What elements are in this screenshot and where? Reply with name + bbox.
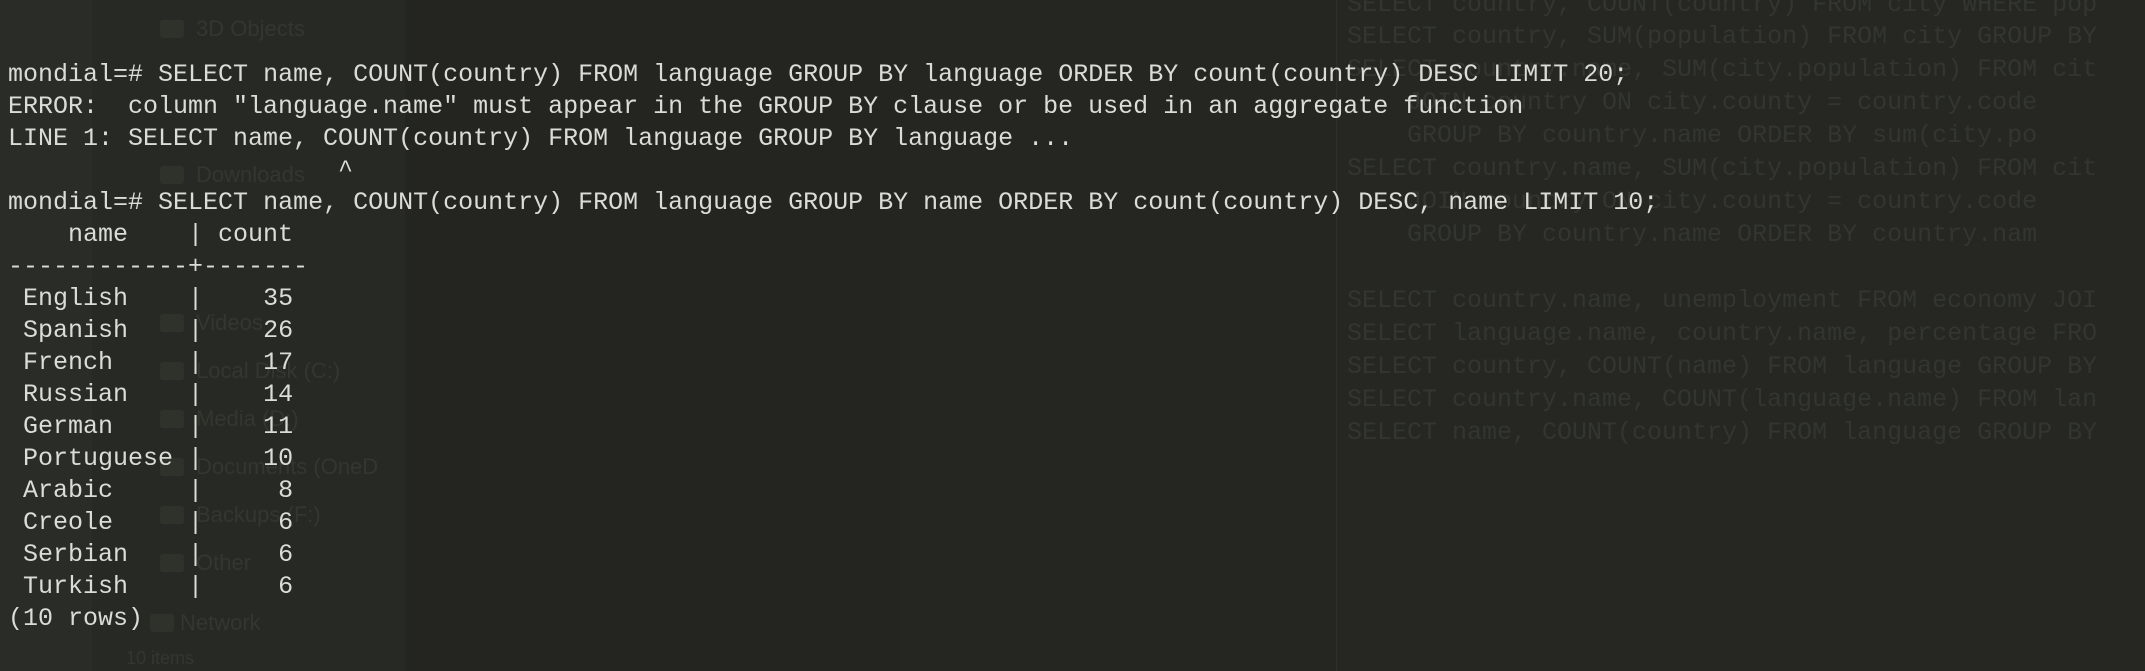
count-cell: 26 [263,316,294,345]
table-row: Turkish | 6 [23,572,294,601]
folder-icon [160,20,184,38]
language-name-cell: Serbian [23,540,129,569]
background-editor-line: SELECT country, COUNT(country) FROM city… [1347,0,2098,19]
language-name-cell: German [23,412,114,441]
count-cell: 6 [278,508,294,537]
table-row: Creole | 6 [23,508,294,537]
sql-query: SELECT name, COUNT(country) FROM languag… [158,188,1659,217]
language-name-cell: Spanish [23,316,129,345]
result-table-body: English | 35 Spanish | 26 French | 17 Ru… [8,283,2138,603]
language-name-cell: English [23,284,129,313]
count-cell: 10 [263,444,294,473]
prompt: mondial=# [8,60,144,89]
language-name-cell: Arabic [23,476,114,505]
table-row: English | 35 [23,284,294,313]
sql-query: SELECT name, COUNT(country) FROM languag… [158,60,1629,89]
count-cell: 6 [278,540,294,569]
table-row: Spanish | 26 [23,316,294,345]
error-caret: ^ [8,156,354,185]
result-footer: (10 rows) [8,604,144,633]
background-editor-line: SELECT country, SUM(population) FROM cit… [1347,22,2098,51]
count-cell: 6 [278,572,294,601]
table-row: Portuguese | 10 [23,444,294,473]
terminal-window[interactable]: 3D Objects Downloads Videos Local Disk (… [0,0,2145,671]
language-name-cell: Portuguese [23,444,174,473]
background-explorer-item: 3D Objects [196,16,305,41]
language-name-cell: Creole [23,508,114,537]
language-name-cell: French [23,348,114,377]
terminal-output[interactable]: mondial=# SELECT name, COUNT(country) FR… [8,59,2138,659]
error-message: ERROR: column "language.name" must appea… [8,92,1524,121]
table-row: Russian | 14 [23,380,294,409]
table-row: Arabic | 8 [23,476,294,505]
command-line: mondial=# SELECT name, COUNT(country) FR… [8,187,2138,219]
error-context: LINE 1: SELECT name, COUNT(country) FROM… [8,124,1074,153]
table-row: French | 17 [23,348,294,377]
count-cell: 8 [278,476,294,505]
count-cell: 14 [263,380,294,409]
count-cell: 17 [263,348,294,377]
language-name-cell: Turkish [23,572,129,601]
command-line: mondial=# SELECT name, COUNT(country) FR… [8,59,2138,91]
language-name-cell: Russian [23,380,129,409]
table-row: Serbian | 6 [23,540,294,569]
table-row: German | 11 [23,412,294,441]
count-cell: 11 [263,412,294,441]
result-separator: ------------+------- [8,252,309,281]
count-cell: 35 [263,284,294,313]
prompt: mondial=# [8,188,144,217]
result-header: name | count [8,220,294,249]
